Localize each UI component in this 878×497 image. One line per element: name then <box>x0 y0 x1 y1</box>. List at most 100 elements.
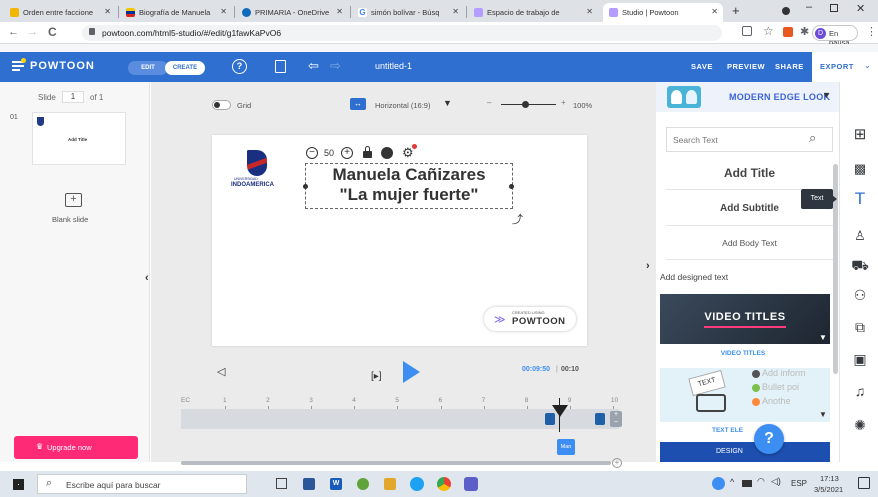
save-button[interactable]: SAVE <box>691 62 713 71</box>
title-text-line1[interactable]: Manuela Cañizares <box>306 165 512 185</box>
collapse-left-icon[interactable]: ‹ <box>145 272 149 284</box>
title-text-line2[interactable]: "La mujer fuerte" <box>306 185 512 205</box>
text-icon[interactable]: T <box>851 190 869 208</box>
close-tab-icon[interactable]: ✕ <box>711 7 718 16</box>
task-view-icon[interactable] <box>276 478 287 489</box>
props-icon[interactable]: ⛟ <box>851 256 869 274</box>
bookmark-star-icon[interactable]: ☆ <box>763 24 774 38</box>
browser-menu-icon[interactable]: ⋮ <box>866 25 877 38</box>
chrome-icon[interactable] <box>437 477 451 491</box>
browser-tab[interactable]: G simón bolívar - Búsq ✕ <box>352 3 464 22</box>
zoom-in-button[interactable]: + <box>561 98 566 107</box>
maximize-icon[interactable] <box>830 4 838 12</box>
add-blank-slide-icon[interactable]: + <box>65 193 82 207</box>
reload-icon[interactable]: C <box>48 25 57 39</box>
text-search-box[interactable]: ⌕ <box>666 127 833 152</box>
url-text[interactable]: powtoon.com/html5-studio/#/edit/g1fawKaP… <box>102 28 281 38</box>
canvas-scrollbar[interactable] <box>181 461 611 465</box>
grid-toggle[interactable] <box>212 100 231 110</box>
taskbar-date[interactable]: 3/5/2021 <box>814 485 843 494</box>
card-dropdown-icon[interactable]: ▼ <box>819 333 827 342</box>
media-icon[interactable]: ⧉ <box>851 318 869 336</box>
word-icon[interactable]: W <box>330 478 342 490</box>
add-title-option[interactable]: Add Title <box>666 156 833 190</box>
search-icon[interactable]: ⌕ <box>809 130 816 146</box>
profile-chip[interactable]: D En pausa <box>812 25 858 47</box>
video-titles-card[interactable]: VIDEO TITLES ▼ <box>660 294 830 344</box>
notes-icon[interactable] <box>275 60 286 73</box>
share-button[interactable]: SHARE <box>775 62 804 71</box>
timeline-object-label[interactable]: Man <box>557 439 575 455</box>
shapes-icon[interactable]: ⚇ <box>851 286 869 304</box>
timeline-end-marker[interactable] <box>595 413 605 425</box>
characters-icon[interactable]: ♙ <box>851 227 869 245</box>
style-dropdown-icon[interactable]: ▼ <box>822 90 831 100</box>
extensions-icon[interactable]: ✱ <box>800 25 809 38</box>
upgrade-button[interactable]: ♛ Upgrade now <box>14 436 138 459</box>
layouts-icon[interactable]: ⊞ <box>851 126 869 144</box>
document-title[interactable]: untitled-1 <box>375 61 412 71</box>
rotate-handle-icon[interactable]: ⤴ <box>512 211 523 227</box>
browser-tab[interactable]: PRIMARIA - OneDrive ✕ <box>236 3 348 22</box>
color-picker-icon[interactable] <box>381 147 393 159</box>
back-icon[interactable]: ← <box>8 26 19 38</box>
slide-canvas[interactable]: UNIVERSIDAD INDOAMERICA − 50 + ⚙ Manuela… <box>212 135 587 346</box>
export-button[interactable]: EXPORT ⌄ <box>812 52 878 82</box>
text-elements-card[interactable]: TEXT Add inform Bullet poi Anothe ▼ <box>660 368 830 422</box>
taskbar-time[interactable]: 17:13 <box>820 474 839 483</box>
style-header[interactable]: MODERN EDGE LOOK ▼ <box>656 82 839 112</box>
office-extension-icon[interactable] <box>783 27 793 37</box>
undo-icon[interactable]: ⇦ <box>308 58 319 74</box>
zoom-slider[interactable] <box>501 101 556 108</box>
close-tab-icon[interactable]: ✕ <box>104 7 111 16</box>
url-box[interactable]: powtoon.com/html5-studio/#/edit/g1fawKaP… <box>82 25 722 41</box>
translate-icon[interactable] <box>742 26 752 36</box>
taskbar-search-input[interactable]: Escribe aquí para buscar <box>66 480 161 490</box>
volume-icon[interactable]: ◁ <box>217 365 225 378</box>
close-tab-icon[interactable]: ✕ <box>336 7 343 16</box>
add-time-icon[interactable]: + − <box>610 411 622 427</box>
add-body-option[interactable]: Add Body Text <box>666 228 833 260</box>
zoom-out-button[interactable]: – <box>487 98 491 107</box>
zoom-app-icon[interactable] <box>303 478 315 490</box>
help-more-icon[interactable]: ⋮ <box>790 432 799 443</box>
browser-tab[interactable]: Biografía de Manuela ✕ <box>120 3 232 22</box>
backgrounds-icon[interactable]: ▩ <box>851 160 869 178</box>
forward-icon[interactable]: → <box>27 26 38 38</box>
help-icon[interactable]: ? <box>232 59 247 74</box>
font-size-value[interactable]: 50 <box>324 148 334 158</box>
zoom-slider-knob[interactable] <box>522 101 530 108</box>
video-icon[interactable]: ▣ <box>851 350 869 368</box>
edit-mode-button[interactable]: EDIT <box>128 61 168 75</box>
browser-tab-active[interactable]: Studio | Powtoon ✕ <box>603 3 723 22</box>
transitions-icon[interactable]: ✺ <box>851 416 869 434</box>
teams-icon[interactable] <box>464 477 478 491</box>
play-icon[interactable] <box>403 361 420 383</box>
browser-tab[interactable]: Espacio de trabajo de ✕ <box>468 3 598 22</box>
card-dropdown-icon[interactable]: ▼ <box>819 410 827 419</box>
wifi-icon[interactable]: ◠ <box>757 476 765 487</box>
preview-button[interactable]: PREVIEW <box>727 62 765 71</box>
file-explorer-icon[interactable] <box>384 478 396 490</box>
minimize-icon[interactable]: – <box>806 1 812 13</box>
edge-icon[interactable] <box>410 477 424 491</box>
music-icon[interactable]: ♫ <box>851 382 869 400</box>
slide-number-input[interactable]: 1 <box>62 91 84 103</box>
windows-start-icon[interactable] <box>13 479 24 490</box>
help-chat-button[interactable]: ? <box>754 424 784 454</box>
language-indicator[interactable]: ESP <box>791 479 807 488</box>
playhead-icon[interactable] <box>552 405 568 417</box>
notifications-icon[interactable] <box>858 477 870 489</box>
blank-slide-button[interactable]: Blank slide <box>52 215 88 224</box>
decrease-font-icon[interactable]: − <box>306 147 318 159</box>
new-tab-button[interactable]: + <box>732 3 740 18</box>
app-icon[interactable] <box>357 478 369 490</box>
university-logo[interactable]: UNIVERSIDAD INDOAMERICA <box>231 150 289 192</box>
close-tab-icon[interactable]: ✕ <box>586 7 593 16</box>
redo-icon[interactable]: ⇨ <box>330 58 341 74</box>
aspect-ratio-select[interactable]: Horizontal (16:9) <box>375 101 430 110</box>
aspect-dropdown-icon[interactable]: ▼ <box>443 98 452 108</box>
browser-tab[interactable]: Orden entre faccione ✕ <box>4 3 116 22</box>
close-tab-icon[interactable]: ✕ <box>452 7 459 16</box>
collapse-right-icon[interactable]: › <box>646 260 650 272</box>
